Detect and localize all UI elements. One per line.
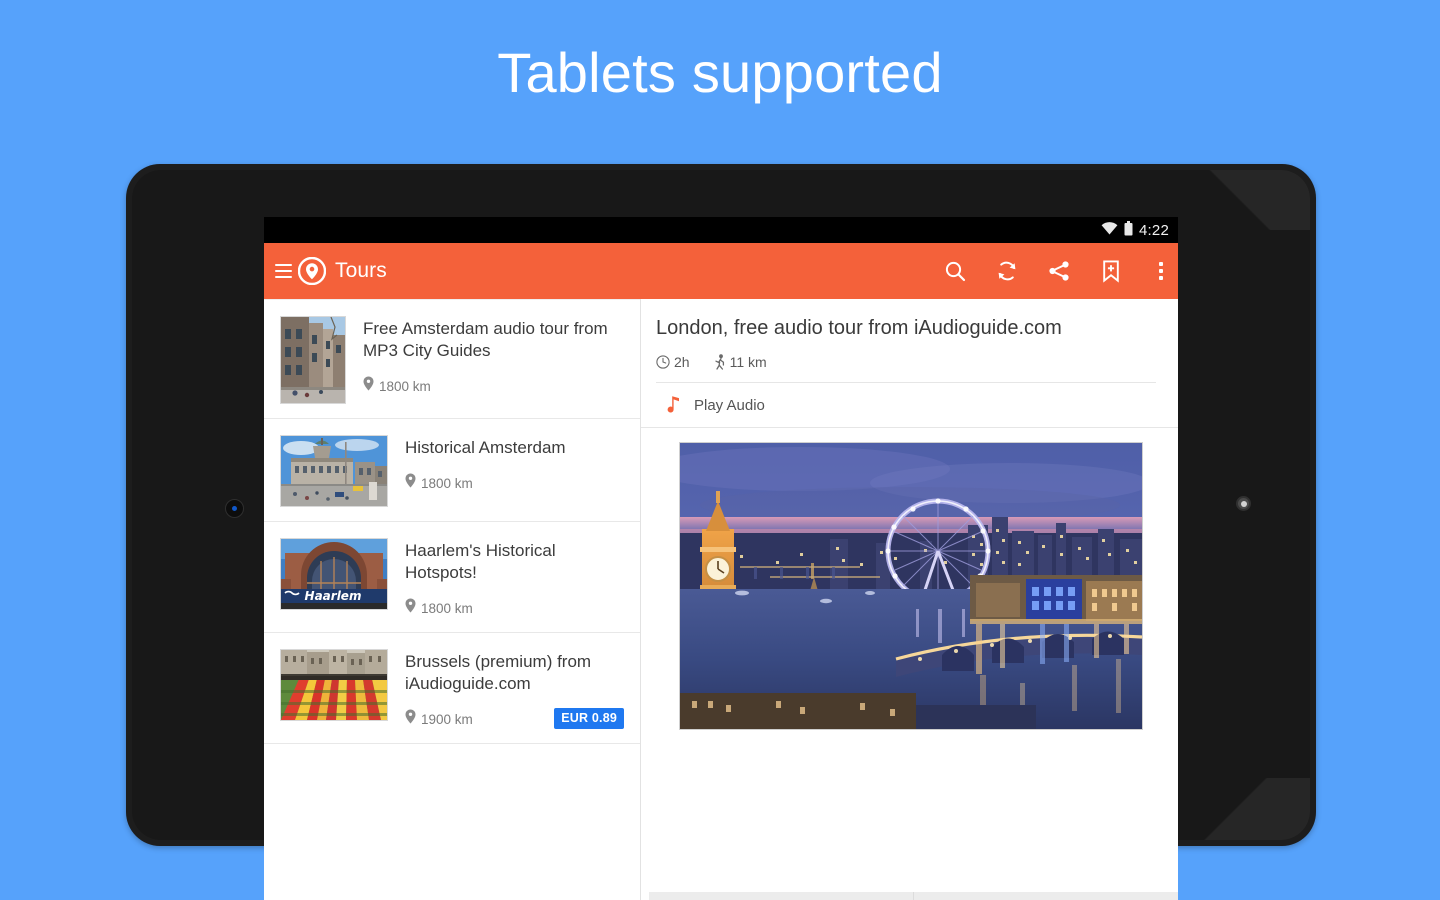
detail-header: London, free audio tour from iAudioguide… bbox=[641, 299, 1178, 383]
tour-thumbnail-brussels-flower-carpet bbox=[280, 649, 388, 722]
list-item[interactable]: Historical Amsterdam 1800 km bbox=[264, 419, 640, 522]
location-pin-icon bbox=[405, 473, 416, 493]
status-clock: 4:22 bbox=[1139, 221, 1169, 239]
play-audio-label: Play Audio bbox=[694, 396, 765, 414]
play-audio-button[interactable]: Play Audio bbox=[641, 383, 1178, 428]
detail-action-bar: Download Map bbox=[649, 892, 1178, 900]
hero-image-wrap bbox=[641, 428, 1178, 730]
status-badge: EUR 0.89 bbox=[554, 708, 624, 730]
duration-stat: 2h bbox=[656, 354, 690, 370]
svg-text:Haarlem: Haarlem bbox=[305, 589, 362, 603]
tour-title: Haarlem's Historical Hotspots! bbox=[405, 541, 556, 583]
tour-thumbnail-amsterdam-dam-square bbox=[280, 435, 388, 507]
tour-meta: 1800 km bbox=[405, 473, 624, 493]
battery-icon bbox=[1124, 220, 1133, 240]
status-bar: 4:22 bbox=[264, 217, 1178, 243]
page-title: Tablets supported bbox=[497, 41, 943, 104]
list-item[interactable]: Free Amsterdam audio tour from MP3 City … bbox=[264, 299, 640, 419]
tour-list: Free Amsterdam audio tour from MP3 City … bbox=[264, 299, 640, 745]
hamburger-menu-icon[interactable] bbox=[269, 257, 297, 285]
download-button[interactable]: Download bbox=[649, 892, 914, 900]
tour-distance: 1800 km bbox=[421, 600, 473, 616]
tour-list-pane[interactable]: Free Amsterdam audio tour from MP3 City … bbox=[264, 299, 641, 900]
map-button[interactable]: Map bbox=[914, 892, 1178, 900]
tour-thumbnail-amsterdam-street bbox=[280, 316, 346, 404]
search-icon[interactable] bbox=[942, 258, 968, 284]
tour-distance: 1800 km bbox=[421, 475, 473, 491]
tour-title: Free Amsterdam audio tour from MP3 City … bbox=[363, 319, 608, 361]
bookmark-add-icon[interactable] bbox=[1098, 258, 1124, 284]
share-icon[interactable] bbox=[1046, 258, 1072, 284]
location-pin-icon bbox=[405, 598, 416, 618]
refresh-icon[interactable] bbox=[994, 258, 1020, 284]
tour-title: Brussels (premium) from iAudioguide.com bbox=[405, 652, 592, 694]
tour-distance: 1900 km bbox=[421, 711, 473, 727]
tour-item-body: Free Amsterdam audio tour from MP3 City … bbox=[363, 316, 624, 396]
tablet-device: 4:22 Tours Free Amsterdam audio tour fro… bbox=[126, 164, 1316, 900]
tablet-screen: 4:22 Tours Free Amsterdam audio tour fro… bbox=[264, 217, 1178, 900]
distance-value: 11 km bbox=[729, 354, 767, 370]
distance-stat: 11 km bbox=[714, 354, 767, 370]
overflow-menu-icon[interactable] bbox=[1158, 262, 1164, 280]
location-pin-icon bbox=[363, 376, 374, 396]
hero-image-london-skyline[interactable] bbox=[679, 442, 1143, 730]
tour-item-body: Historical Amsterdam 1800 km bbox=[405, 435, 624, 493]
tour-distance: 1800 km bbox=[379, 378, 431, 394]
app-title: Tours bbox=[335, 259, 387, 282]
app-bar-actions bbox=[942, 258, 1164, 284]
location-pin-icon bbox=[405, 709, 416, 729]
detail-title: London, free audio tour from iAudioguide… bbox=[656, 317, 1062, 339]
tour-meta: 1800 km bbox=[405, 598, 624, 618]
wifi-icon bbox=[1101, 221, 1118, 239]
list-item[interactable]: Brussels (premium) from iAudioguide.com … bbox=[264, 633, 640, 745]
duration-value: 2h bbox=[674, 354, 690, 370]
clock-icon bbox=[656, 355, 670, 369]
detail-stats: 2h 11 km bbox=[656, 354, 1156, 383]
tour-item-body: Haarlem's Historical Hotspots! 1800 km bbox=[405, 538, 624, 618]
tour-meta: 1800 km bbox=[363, 376, 624, 396]
walking-icon bbox=[714, 354, 724, 370]
ambient-light-sensor-icon bbox=[1236, 496, 1251, 511]
music-note-icon bbox=[667, 396, 679, 413]
front-camera-icon bbox=[225, 499, 244, 518]
tour-title: Historical Amsterdam bbox=[405, 438, 566, 457]
app-bar: Tours bbox=[264, 243, 1178, 299]
tour-detail-pane: London, free audio tour from iAudioguide… bbox=[641, 299, 1178, 900]
main-content: Free Amsterdam audio tour from MP3 City … bbox=[264, 299, 1178, 900]
tours-pin-logo-icon bbox=[298, 257, 326, 285]
list-item[interactable]: Haarlem Haarlem's Historical Hotspots! 1… bbox=[264, 522, 640, 634]
tour-thumbnail-haarlem-station: Haarlem bbox=[280, 538, 388, 610]
